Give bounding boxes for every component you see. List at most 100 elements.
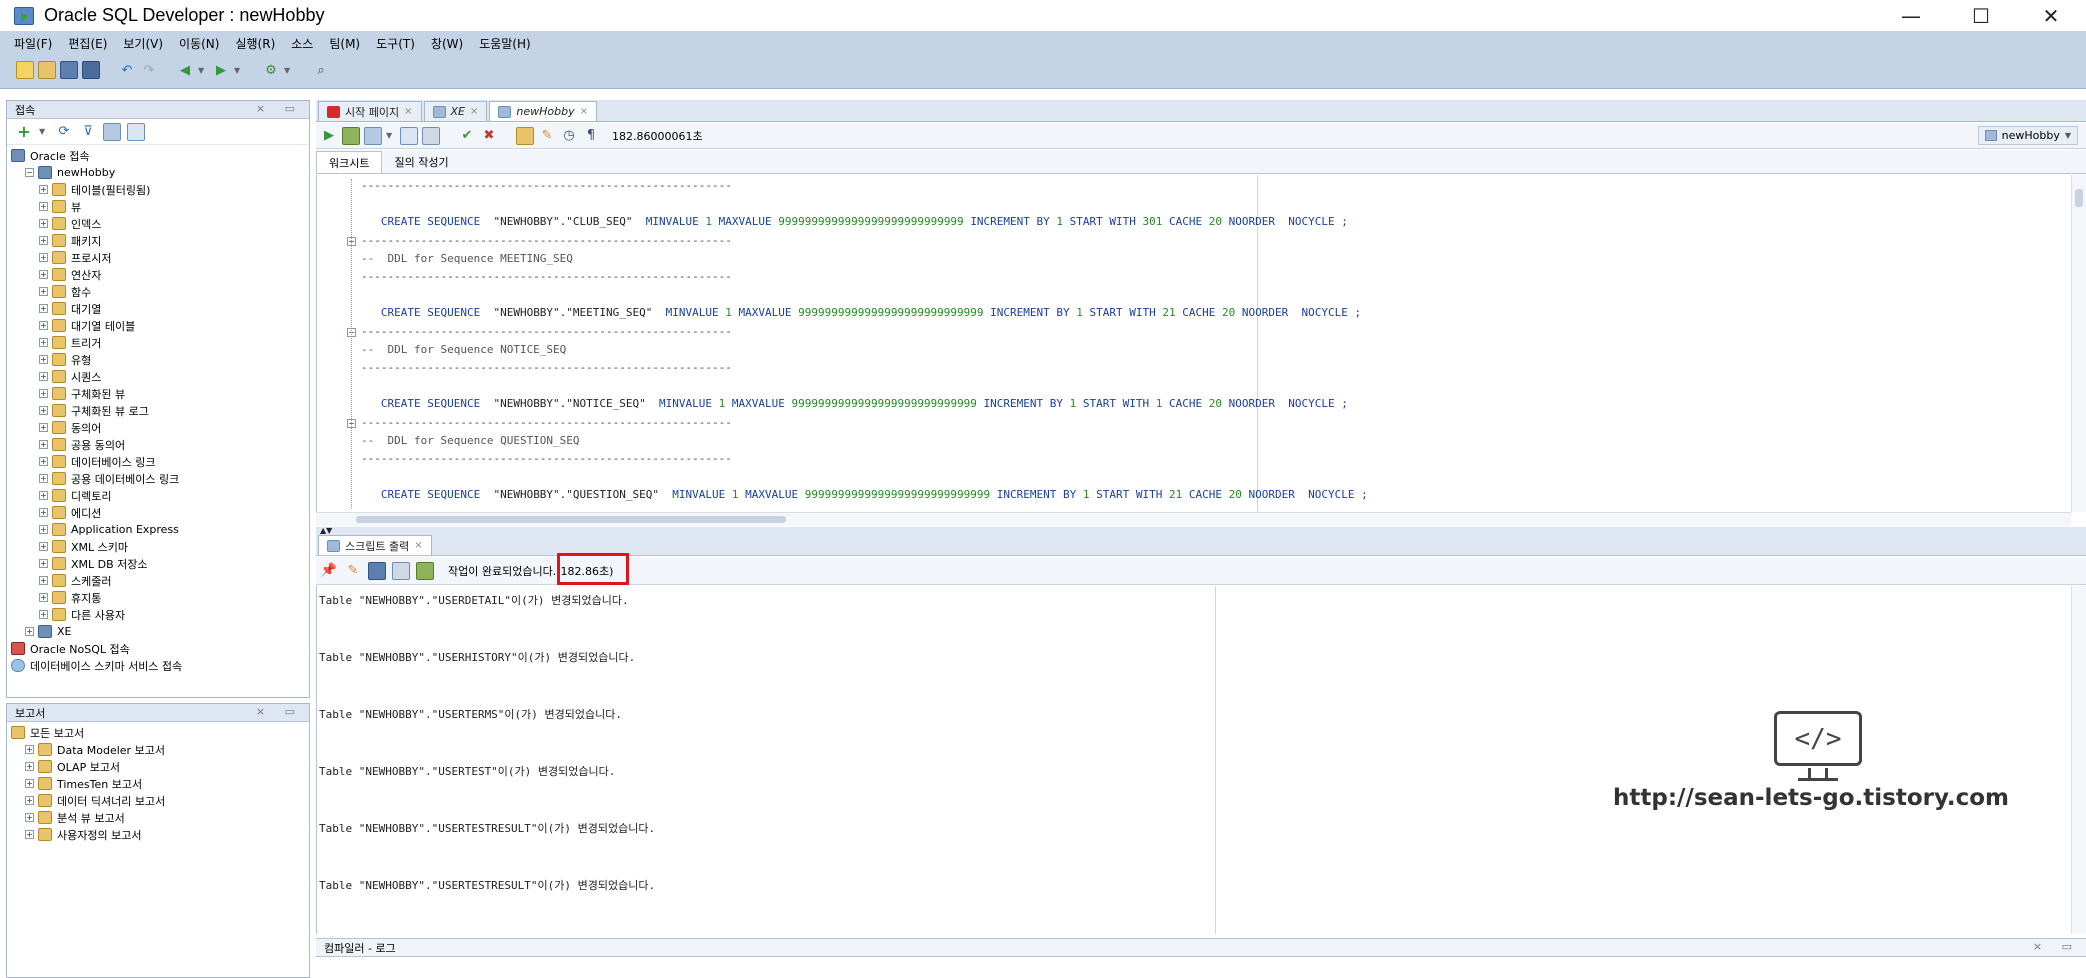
- tree-item[interactable]: + 뷰: [7, 198, 309, 215]
- run-statement-icon[interactable]: ▶: [320, 127, 338, 145]
- expand-icon[interactable]: +: [39, 491, 48, 500]
- expand-icon[interactable]: +: [39, 236, 48, 245]
- pin-icon[interactable]: 📌: [320, 562, 338, 580]
- menu-tools[interactable]: 도구(T): [368, 35, 423, 52]
- output-settings-icon[interactable]: [416, 561, 434, 580]
- expand-icon[interactable]: +: [39, 593, 48, 602]
- expand-icon[interactable]: +: [39, 202, 48, 211]
- menu-run[interactable]: 실행(R): [227, 35, 283, 52]
- refresh-icon[interactable]: ⟳: [55, 123, 73, 141]
- back-dropdown-icon[interactable]: ▼: [198, 66, 208, 75]
- print-icon[interactable]: [392, 561, 410, 580]
- expand-icon[interactable]: +: [39, 406, 48, 415]
- expand-icon[interactable]: +: [39, 440, 48, 449]
- expand-icon[interactable]: +: [39, 389, 48, 398]
- expand-icon[interactable]: +: [39, 270, 48, 279]
- sql-run-icon[interactable]: ⚙: [262, 61, 280, 79]
- menu-navigate[interactable]: 이동(N): [171, 35, 227, 52]
- menu-view[interactable]: 보기(V): [115, 35, 171, 52]
- expand-icon[interactable]: +: [25, 627, 34, 636]
- explain-plan-icon[interactable]: [400, 126, 418, 145]
- tree-item[interactable]: Oracle NoSQL 접속: [7, 640, 309, 657]
- expand-icon[interactable]: +: [39, 219, 48, 228]
- tree-item[interactable]: + 대기열 테이블: [7, 317, 309, 334]
- menu-team[interactable]: 팀(M): [321, 35, 368, 52]
- tree-item[interactable]: + 함수: [7, 283, 309, 300]
- expand-icon[interactable]: +: [39, 355, 48, 364]
- tree-item[interactable]: + 연산자: [7, 266, 309, 283]
- expand-icon[interactable]: +: [39, 559, 48, 568]
- tree-item[interactable]: + OLAP 보고서: [7, 758, 309, 775]
- sql-history-icon[interactable]: ◷: [560, 127, 578, 145]
- tree-item[interactable]: + 인덱스: [7, 215, 309, 232]
- tree-view-icon[interactable]: [127, 122, 145, 141]
- tree-item[interactable]: + 사용자정의 보고서: [7, 826, 309, 843]
- add-connection-icon[interactable]: +: [15, 122, 33, 141]
- save-icon[interactable]: [368, 561, 386, 580]
- tree-item[interactable]: + Data Modeler 보고서: [7, 741, 309, 758]
- tree-item[interactable]: + 구체화된 뷰 로그: [7, 402, 309, 419]
- expand-icon[interactable]: +: [25, 796, 34, 805]
- expand-icon[interactable]: +: [25, 830, 34, 839]
- forward-icon[interactable]: ▶: [212, 61, 230, 79]
- tab-close-icon[interactable]: ×: [414, 540, 422, 551]
- menu-window[interactable]: 창(W): [423, 35, 471, 52]
- tree-item[interactable]: + TimesTen 보고서: [7, 775, 309, 792]
- tree-item[interactable]: + 분석 뷰 보고서: [7, 809, 309, 826]
- expand-icon[interactable]: +: [39, 508, 48, 517]
- autotrace-icon[interactable]: [364, 126, 382, 145]
- new-file-icon[interactable]: [16, 61, 34, 79]
- expand-icon[interactable]: +: [39, 542, 48, 551]
- tree-item[interactable]: + 트리거: [7, 334, 309, 351]
- back-icon[interactable]: ◀: [176, 61, 194, 79]
- expand-icon[interactable]: +: [39, 576, 48, 585]
- tree-item[interactable]: 데이터베이스 스키마 서비스 접속: [7, 657, 309, 674]
- tree-item[interactable]: + 디렉토리: [7, 487, 309, 504]
- schema-browser-icon[interactable]: [103, 122, 121, 141]
- tab-close-icon[interactable]: ×: [404, 106, 412, 117]
- tab-script-output[interactable]: 스크립트 출력 ×: [318, 535, 432, 555]
- tree-item[interactable]: + 패키지: [7, 232, 309, 249]
- expand-icon[interactable]: +: [25, 745, 34, 754]
- output-vertical-scrollbar[interactable]: [2071, 586, 2086, 934]
- tree-item[interactable]: + 스케줄러: [7, 572, 309, 589]
- tree-item[interactable]: + 에디션: [7, 504, 309, 521]
- autotrace-dropdown-icon[interactable]: ▼: [386, 131, 396, 140]
- unshared-sql-icon[interactable]: [516, 126, 534, 145]
- editor-vertical-scrollbar[interactable]: [2071, 175, 2086, 512]
- close-button[interactable]: ✕: [2016, 0, 2086, 31]
- rollback-icon[interactable]: ✖: [480, 127, 498, 145]
- commit-icon[interactable]: ✔: [458, 127, 476, 145]
- panel-splitter[interactable]: ▲▼: [316, 527, 2086, 535]
- sql-editor[interactable]: − − − ------------------------------------…: [316, 175, 2071, 512]
- open-folder-icon[interactable]: [38, 61, 56, 79]
- tree-item[interactable]: + XE: [7, 623, 309, 640]
- tree-item[interactable]: + 유형: [7, 351, 309, 368]
- run-script-icon[interactable]: [342, 126, 360, 145]
- minimize-button[interactable]: —: [1876, 0, 1946, 31]
- clear-eraser-icon[interactable]: ✎: [344, 562, 362, 580]
- tab-close-icon[interactable]: ×: [470, 106, 478, 117]
- tree-item[interactable]: 모든 보고서: [7, 724, 309, 741]
- tree-item[interactable]: + 공용 동의어: [7, 436, 309, 453]
- collapse-icon[interactable]: −: [25, 168, 34, 177]
- expand-icon[interactable]: +: [39, 338, 48, 347]
- tree-item[interactable]: + 프로시저: [7, 249, 309, 266]
- tab-query-builder[interactable]: 질의 작성기: [382, 151, 460, 173]
- tree-item[interactable]: + 테이블(필터링됨): [7, 181, 309, 198]
- save-all-icon[interactable]: [82, 61, 100, 79]
- expand-icon[interactable]: +: [39, 457, 48, 466]
- undo-icon[interactable]: ↶: [118, 61, 136, 79]
- scrollbar-thumb[interactable]: [2075, 189, 2083, 207]
- expand-icon[interactable]: +: [39, 610, 48, 619]
- tree-item[interactable]: + 데이터 딕셔너리 보고서: [7, 792, 309, 809]
- save-icon[interactable]: [60, 61, 78, 79]
- tree-item[interactable]: + XML 스키마: [7, 538, 309, 555]
- panel-close-icon[interactable]: × ▭: [2033, 940, 2080, 953]
- tab-newhobby[interactable]: newHobby ×: [489, 101, 597, 121]
- tree-item[interactable]: + 대기열: [7, 300, 309, 317]
- expand-icon[interactable]: +: [39, 287, 48, 296]
- expand-icon[interactable]: +: [39, 321, 48, 330]
- expand-icon[interactable]: +: [39, 304, 48, 313]
- tab-worksheet[interactable]: 워크시트: [316, 151, 383, 173]
